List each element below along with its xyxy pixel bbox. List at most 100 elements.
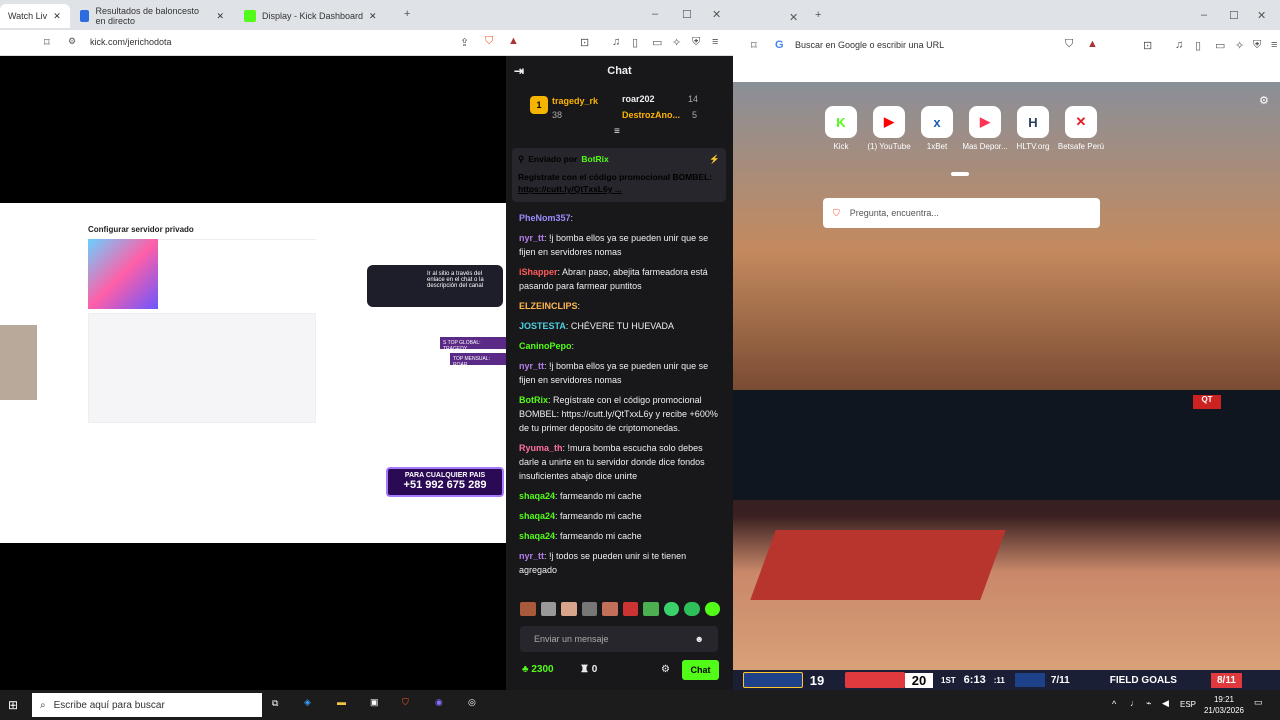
wallet-icon[interactable]: ▭ (652, 36, 662, 49)
chat-username[interactable]: shaqa24 (519, 531, 555, 541)
task-view-icon[interactable]: ⧉ (272, 698, 278, 709)
brave-shield-icon[interactable]: ⛉ (485, 35, 493, 48)
maximize-icon[interactable]: ☐ (1229, 9, 1239, 22)
close-icon[interactable]: ✕ (369, 11, 377, 22)
close-icon[interactable]: ✕ (53, 11, 61, 22)
rewards-icon[interactable]: ▲ (1087, 38, 1098, 50)
chat-username[interactable]: nyr_tt (519, 551, 544, 561)
unpin-icon[interactable]: ⚡ (709, 154, 720, 165)
wallet-icon[interactable]: ▭ (1215, 39, 1225, 52)
chat-username[interactable]: iShapper (519, 267, 558, 277)
minimize-icon[interactable]: – (652, 8, 658, 20)
second-name[interactable]: roar202 (622, 94, 655, 104)
window-close-icon[interactable]: ✕ (712, 8, 721, 21)
emote-icon[interactable] (643, 602, 659, 616)
media-icon[interactable]: ♫ (1175, 39, 1183, 51)
shortcut-tile[interactable]: K Kick (815, 106, 867, 151)
discord-icon[interactable]: ◉ (435, 697, 443, 708)
shortcut-tile[interactable]: x 1xBet (911, 106, 963, 151)
new-tab-icon[interactable]: + (815, 9, 821, 21)
bookmark-icon[interactable]: ⌑ (751, 39, 757, 52)
tray-chevron-icon[interactable]: ^ (1112, 699, 1116, 709)
close-icon[interactable]: ✕ (216, 11, 224, 22)
emote-icon[interactable] (581, 602, 597, 616)
chat-username[interactable]: PheNom357 (519, 213, 571, 223)
message-input[interactable]: Enviar un mensaje ☻ (520, 626, 718, 652)
emote-icon[interactable] (561, 602, 577, 616)
copilot-icon[interactable]: ◈ (304, 697, 311, 708)
chat-username[interactable]: CaninoPepo (519, 341, 572, 351)
windows-start-icon[interactable]: ⊞ (8, 698, 18, 712)
extensions-icon[interactable]: ✧ (1235, 39, 1244, 52)
video-player[interactable]: Configurar servidor privado Ir al sitio … (0, 56, 506, 690)
third-name[interactable]: DestrozAno... (622, 110, 680, 120)
tab-basketball-results[interactable]: Resultados de baloncesto en directo ✕ (72, 4, 232, 28)
emoji-icon[interactable]: ☻ (695, 634, 704, 644)
close-icon[interactable]: ✕ (789, 11, 798, 24)
chat-username[interactable]: nyr_tt (519, 361, 544, 371)
chat-username[interactable]: shaqa24 (519, 511, 555, 521)
basketball-stream[interactable]: QT (733, 390, 1280, 670)
rewards-icon[interactable]: ▲ (508, 35, 519, 47)
brave-shield-icon[interactable]: ⛉ (1065, 38, 1073, 51)
chat-username[interactable]: nyr_tt (519, 233, 544, 243)
tab-kick-dashboard[interactable]: Display - Kick Dashboard ✕ (236, 4, 396, 28)
url-field[interactable]: kick.com/jerichodota (90, 37, 172, 47)
sidebar-icon[interactable]: ▯ (632, 36, 638, 49)
chat-username[interactable]: Ryuma_th (519, 443, 563, 453)
volume-icon[interactable]: ◀ (1162, 698, 1169, 709)
emote-icon[interactable] (622, 602, 638, 616)
channel-points[interactable]: ♣ 2300 (522, 664, 554, 675)
emote-icon[interactable] (520, 602, 536, 616)
screenshot-icon[interactable]: ⊡ (1143, 39, 1152, 52)
menu-icon[interactable]: ≡ (1271, 39, 1277, 51)
shortcut-tile[interactable]: ▶ (1) YouTube (863, 106, 915, 151)
vpn-icon[interactable]: ⛨ (1253, 39, 1261, 52)
network-icon[interactable]: ⌁ (1146, 698, 1151, 709)
media-icon[interactable]: ♫ (612, 36, 620, 48)
emote-icon[interactable] (540, 602, 556, 616)
menu-icon[interactable]: ≡ (712, 36, 718, 48)
minimize-icon[interactable]: – (1201, 9, 1207, 21)
notifications-icon[interactable]: ▭ (1254, 697, 1263, 708)
language-indicator[interactable]: ESP (1180, 700, 1196, 709)
tab-watch-live[interactable]: Watch Liv ✕ (0, 4, 70, 28)
chat-settings-icon[interactable]: ⚙ (661, 664, 670, 675)
chat-username[interactable]: shaqa24 (519, 491, 555, 501)
pinned-link[interactable]: https://cutt.ly/QtTxxL6y ... (518, 184, 622, 194)
leader-name[interactable]: tragedy_rk (552, 96, 598, 106)
emote-icon[interactable] (663, 602, 679, 616)
extensions-icon[interactable]: ✧ (672, 36, 681, 49)
emote-icon[interactable] (704, 602, 720, 616)
emote-icon[interactable] (602, 602, 618, 616)
store-icon[interactable]: ▣ (370, 697, 379, 708)
maximize-icon[interactable]: ☐ (682, 8, 692, 21)
window-close-icon[interactable]: ✕ (1257, 9, 1266, 22)
shortcut-tile[interactable]: ✕ Betsafe Perú (1055, 106, 1107, 151)
share-icon[interactable]: ⇪ (460, 36, 469, 49)
search-box[interactable]: ⛉ Pregunta, encuentra... (823, 198, 1100, 228)
screenshot-icon[interactable]: ⊡ (580, 36, 589, 49)
emote-icon[interactable] (684, 602, 700, 616)
sidebar-icon[interactable]: ▯ (1195, 39, 1201, 52)
shortcut-tile[interactable]: ▶ Mas Depor... (959, 106, 1011, 151)
obs-icon[interactable]: ◎ (468, 697, 476, 708)
page-dot[interactable] (965, 172, 969, 176)
expand-leaderboard-icon[interactable]: ≡ (614, 126, 620, 137)
bookmark-icon[interactable]: ⌑ (44, 36, 50, 49)
collapse-chat-icon[interactable]: ⇥ (514, 64, 524, 78)
mic-icon[interactable]: ♩ (1130, 698, 1139, 708)
url-field[interactable]: Buscar en Google o escribir una URL (795, 40, 944, 50)
chat-username[interactable]: BotRix (519, 395, 548, 405)
shortcut-tile[interactable]: H HLTV.org (1007, 106, 1059, 151)
file-explorer-icon[interactable]: ▬ (337, 697, 346, 707)
chat-username[interactable]: ELZEINCLIPS (519, 301, 578, 311)
customize-icon[interactable]: ⚙ (1259, 94, 1269, 107)
site-info-icon[interactable]: ⚙ (68, 36, 76, 47)
chat-username[interactable]: JOSTESTA (519, 321, 566, 331)
send-chat-button[interactable]: Chat (682, 660, 719, 680)
taskbar-search[interactable]: ⌕ Escribe aquí para buscar (32, 693, 262, 717)
clock[interactable]: 19:21 21/03/2026 (1202, 694, 1246, 716)
vpn-icon[interactable]: ⛨ (692, 36, 700, 49)
prediction-count[interactable]: ♜ 0 (580, 664, 597, 675)
